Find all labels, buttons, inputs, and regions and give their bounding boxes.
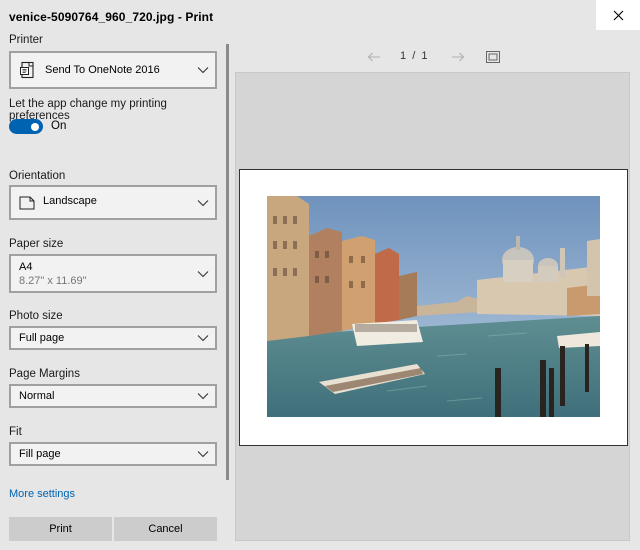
window-title: venice-5090764_960_720.jpg - Print	[9, 10, 214, 24]
photo-size-label: Photo size	[9, 310, 63, 322]
paper-size-label: Paper size	[9, 238, 64, 250]
more-settings-link[interactable]: More settings	[9, 488, 75, 500]
title-bar: venice-5090764_960_720.jpg - Print	[0, 0, 640, 32]
paper-size-value: A4	[19, 261, 33, 273]
preview-page	[239, 169, 628, 446]
page-margins-dropdown[interactable]: Normal	[9, 384, 217, 408]
cancel-button[interactable]: Cancel	[114, 517, 217, 541]
page-margins-value: Normal	[19, 390, 55, 402]
toggle-knob	[31, 122, 39, 131]
print-button[interactable]: Print	[9, 517, 112, 541]
chevron-down-icon	[197, 451, 209, 458]
venice-photo-preview	[267, 196, 600, 417]
settings-scrollbar[interactable]	[226, 44, 229, 480]
page-landscape-icon	[19, 196, 35, 209]
fit-value: Fill page	[19, 448, 61, 460]
app-prefs-state: On	[51, 120, 67, 132]
printer-document-icon	[20, 61, 34, 79]
paper-size-detail: 8.27" x 11.69"	[19, 275, 87, 287]
previous-page-button[interactable]	[364, 49, 384, 65]
chevron-down-icon	[197, 270, 209, 277]
printer-label: Printer	[9, 34, 43, 46]
photo-size-value: Full page	[19, 332, 65, 344]
app-prefs-label: Let the app change my printing preferenc…	[9, 98, 167, 122]
fit-dropdown[interactable]: Fill page	[9, 442, 217, 466]
chevron-down-icon	[197, 393, 209, 400]
printer-value: Send To OneNote 2016	[45, 64, 160, 76]
print-preview-area	[235, 72, 630, 541]
close-button[interactable]	[596, 0, 640, 30]
fit-to-window-icon[interactable]	[486, 51, 500, 63]
next-page-button[interactable]	[448, 49, 468, 65]
arrow-right-icon	[452, 52, 465, 62]
orientation-dropdown[interactable]: Landscape	[9, 185, 217, 220]
settings-panel: Printer Send To OneNote 2016 Let the app…	[0, 32, 226, 550]
arrow-left-icon	[367, 52, 380, 62]
paper-size-dropdown[interactable]: A4 8.27" x 11.69"	[9, 254, 217, 293]
chevron-down-icon	[197, 335, 209, 342]
orientation-label: Orientation	[9, 170, 66, 182]
fit-label: Fit	[9, 426, 22, 438]
chevron-down-icon	[197, 67, 209, 74]
photo-size-dropdown[interactable]: Full page	[9, 326, 217, 350]
page-indicator: 1 / 1	[400, 50, 428, 62]
close-icon	[613, 10, 623, 20]
chevron-down-icon	[197, 199, 209, 206]
page-margins-label: Page Margins	[9, 368, 80, 380]
orientation-value: Landscape	[43, 195, 97, 207]
app-prefs-toggle[interactable]	[9, 119, 43, 134]
printer-dropdown[interactable]: Send To OneNote 2016	[9, 51, 217, 89]
